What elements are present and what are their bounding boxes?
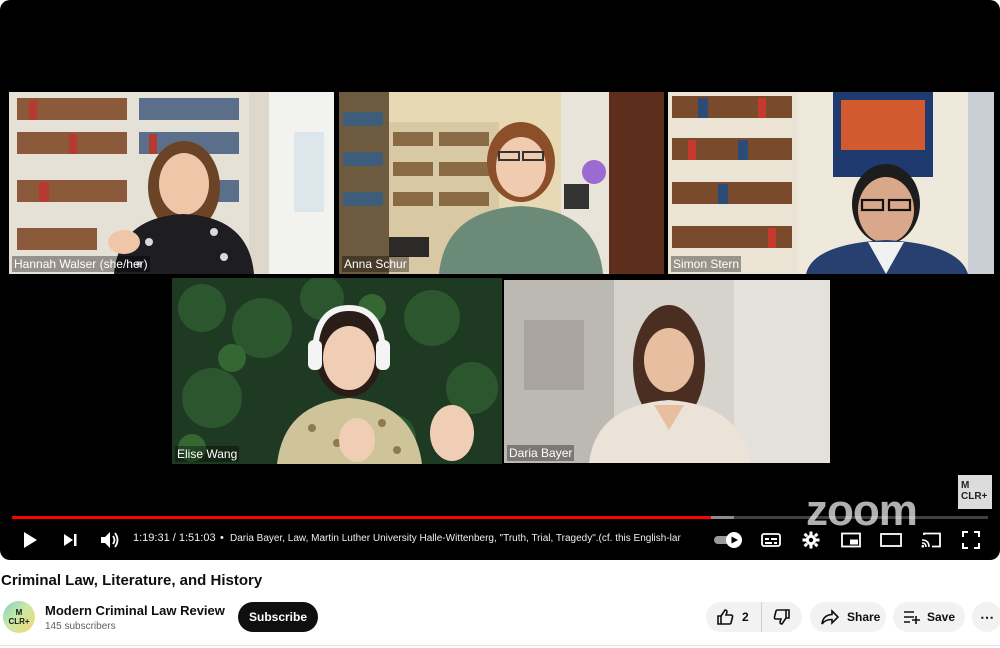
chapter-title[interactable]: Daria Bayer, Law, Martin Luther Universi… [230, 533, 712, 544]
participant-name: Anna Schur [342, 256, 409, 272]
time-display: 1:19:31 / 1:51:03 [133, 532, 216, 544]
fullscreen-icon [962, 531, 980, 549]
divider [0, 645, 1000, 646]
subtitles-icon [761, 533, 781, 547]
miniplayer-button[interactable] [839, 528, 863, 552]
share-label: Share [847, 610, 881, 624]
like-button[interactable]: 2 [706, 602, 762, 632]
participant-tile: Anna Schur [339, 92, 664, 274]
participant-tile: Simon Stern [668, 92, 994, 274]
save-label: Save [927, 610, 956, 624]
video-player[interactable]: Hannah Walser (she/her) Anna Schur Simon… [0, 0, 1000, 560]
more-icon: ⋯ [980, 608, 994, 625]
theater-icon [880, 533, 902, 547]
participant-tile: Daria Bayer [504, 280, 830, 463]
subscriber-count: 145 subscribers [45, 621, 116, 632]
thumbs-up-icon [717, 609, 734, 625]
progress-bar[interactable] [12, 516, 988, 519]
autoplay-toggle[interactable] [713, 530, 743, 550]
play-button[interactable] [18, 528, 42, 552]
settings-icon [802, 531, 820, 549]
next-button[interactable] [58, 528, 82, 552]
participant-video [668, 92, 994, 274]
save-button[interactable]: Save [893, 602, 965, 632]
channel-watermark[interactable]: M CLR+ [958, 475, 992, 509]
participant-tile: Hannah Walser (she/her) [9, 92, 334, 274]
save-to-playlist-icon [904, 611, 920, 624]
participant-video [504, 280, 830, 463]
video-title: Criminal Law, Literature, and History [1, 572, 263, 589]
play-icon [24, 532, 37, 548]
miniplayer-icon [841, 532, 861, 548]
chapter-separator: • [220, 532, 224, 544]
fullscreen-button[interactable] [959, 528, 983, 552]
share-button[interactable]: Share [810, 602, 886, 632]
subscribe-button[interactable]: Subscribe [238, 602, 318, 632]
participant-video [172, 278, 502, 464]
subtitles-button[interactable] [759, 528, 783, 552]
participant-name: Daria Bayer [507, 445, 575, 461]
share-icon [821, 609, 839, 625]
autoplay-toggle-icon [714, 532, 742, 548]
participant-video [339, 92, 664, 274]
cast-icon [921, 532, 941, 548]
participant-tile-active-speaker: Elise Wang [172, 278, 502, 464]
next-icon [64, 534, 77, 546]
like-count: 2 [742, 610, 749, 624]
more-actions-button[interactable]: ⋯ [972, 602, 1000, 632]
channel-name[interactable]: Modern Criminal Law Review [45, 603, 225, 618]
participant-video [9, 92, 334, 274]
mute-button[interactable] [97, 528, 123, 552]
cast-button[interactable] [919, 528, 943, 552]
dislike-button[interactable] [762, 602, 802, 632]
channel-avatar[interactable]: M CLR+ [3, 601, 35, 633]
participant-name: Simon Stern [671, 256, 742, 272]
thumbs-down-icon [773, 609, 790, 625]
participant-name: Hannah Walser (she/her) [12, 256, 150, 272]
theater-mode-button[interactable] [879, 528, 903, 552]
volume-icon [101, 532, 119, 548]
participant-name: Elise Wang [175, 446, 240, 462]
settings-button[interactable] [799, 528, 823, 552]
progress-played [12, 516, 711, 519]
like-dislike-group: 2 [706, 602, 802, 632]
